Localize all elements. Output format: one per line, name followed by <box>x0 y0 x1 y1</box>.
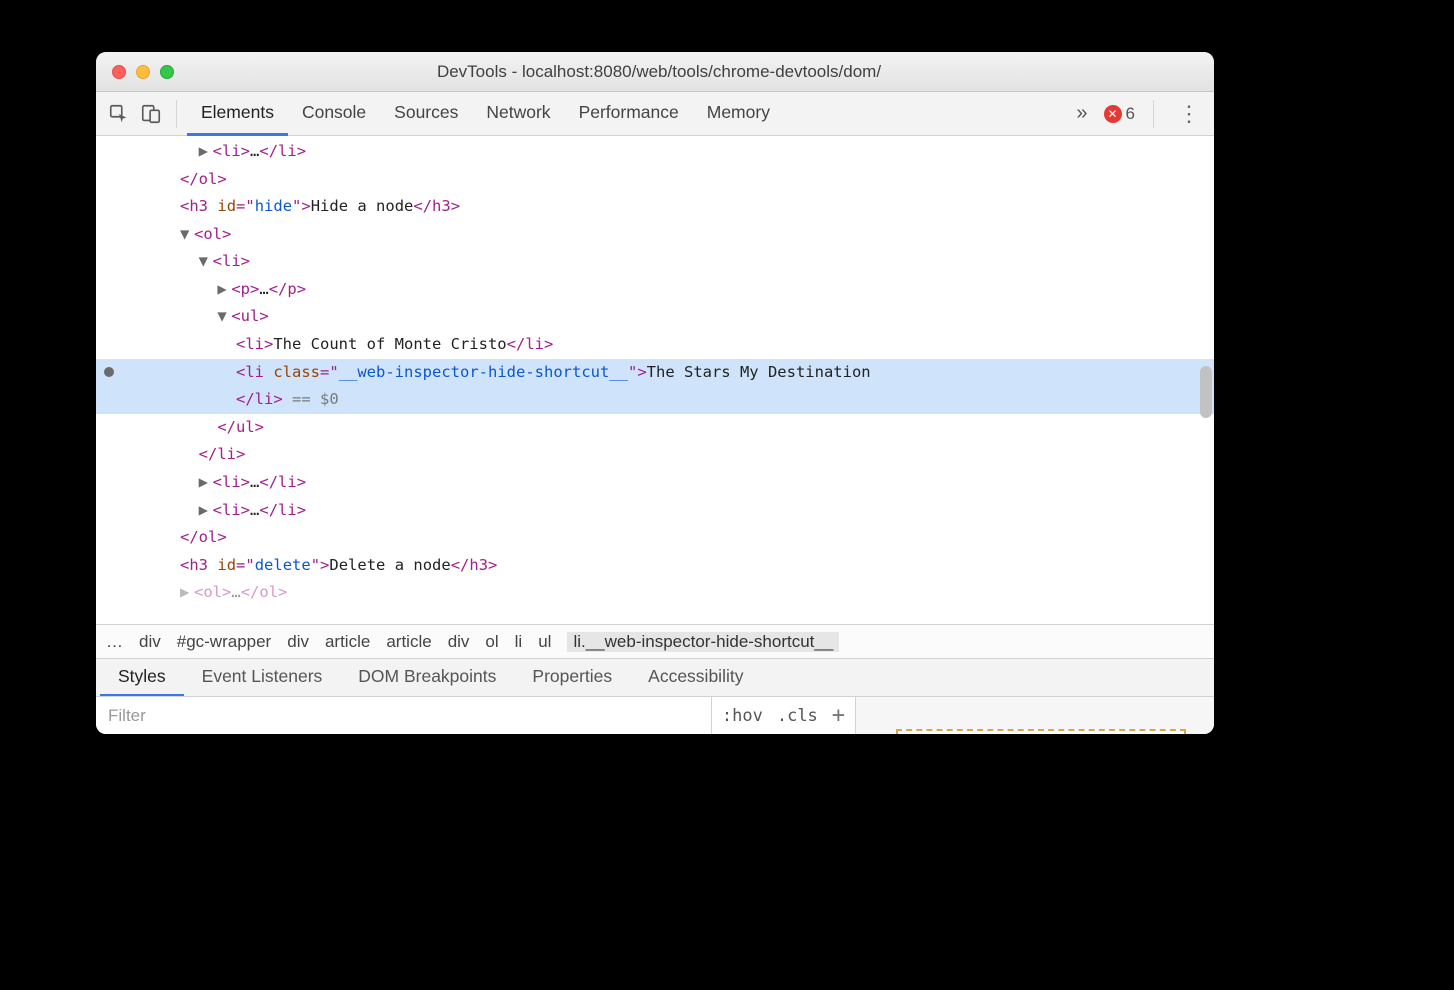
tree-row[interactable]: ▶<p>…</p> <box>96 276 1214 304</box>
subtab-accessibility[interactable]: Accessibility <box>630 659 761 697</box>
error-icon: ✕ <box>1104 105 1122 123</box>
crumb[interactable]: li <box>515 632 523 652</box>
subtab-dom-breakpoints[interactable]: DOM Breakpoints <box>340 659 514 697</box>
tree-row[interactable]: </ol> <box>96 524 1214 552</box>
tab-network[interactable]: Network <box>472 92 564 136</box>
tree-row[interactable]: <li>The Count of Monte Cristo</li> <box>96 331 1214 359</box>
tab-elements[interactable]: Elements <box>187 92 288 136</box>
tree-row[interactable]: ▶<li>…</li> <box>96 497 1214 525</box>
tree-row[interactable]: ▶<ol>…</ol> <box>96 579 1214 607</box>
crumb[interactable]: article <box>386 632 431 652</box>
styles-panel-tabs: Styles Event Listeners DOM Breakpoints P… <box>96 658 1214 696</box>
tab-memory[interactable]: Memory <box>693 92 784 136</box>
devtools-window: DevTools - localhost:8080/web/tools/chro… <box>96 52 1214 734</box>
error-count: 6 <box>1126 104 1135 124</box>
crumb-ellipsis[interactable]: … <box>106 632 123 652</box>
crumb[interactable]: ul <box>538 632 551 652</box>
tab-performance[interactable]: Performance <box>565 92 693 136</box>
settings-menu-icon[interactable]: ⋮ <box>1172 101 1206 127</box>
cls-toggle[interactable]: .cls <box>777 706 818 726</box>
close-icon[interactable] <box>112 65 126 79</box>
tree-row[interactable]: ▼<ol> <box>96 221 1214 249</box>
breadcrumb: … div #gc-wrapper div article article di… <box>96 624 1214 658</box>
tab-console[interactable]: Console <box>288 92 380 136</box>
error-counter[interactable]: ✕ 6 <box>1104 104 1135 124</box>
crumb[interactable]: div <box>139 632 161 652</box>
crumb[interactable]: div <box>448 632 470 652</box>
inspect-element-icon[interactable] <box>104 99 134 129</box>
crumb[interactable]: div <box>287 632 309 652</box>
tab-sources[interactable]: Sources <box>380 92 472 136</box>
tree-row-selected[interactable]: <li class="__web-inspector-hide-shortcut… <box>96 359 1214 387</box>
dom-tree[interactable]: ▶<li>…</li> </ol> <h3 id="hide">Hide a n… <box>96 136 1214 624</box>
subtab-properties[interactable]: Properties <box>514 659 630 697</box>
tree-row[interactable]: ▼<li> <box>96 248 1214 276</box>
hidden-node-dot-icon <box>104 367 114 377</box>
filter-input[interactable] <box>96 697 711 734</box>
crumb[interactable]: ol <box>485 632 498 652</box>
tree-row[interactable]: ▶<li>…</li> <box>96 138 1214 166</box>
window-title: DevTools - localhost:8080/web/tools/chro… <box>174 62 1144 82</box>
subtab-styles[interactable]: Styles <box>100 659 184 697</box>
tree-row[interactable]: ▼<ul> <box>96 303 1214 331</box>
scrollbar-thumb[interactable] <box>1200 366 1212 418</box>
crumb[interactable]: article <box>325 632 370 652</box>
main-toolbar: Elements Console Sources Network Perform… <box>96 92 1214 136</box>
separator <box>176 100 177 128</box>
new-rule-button[interactable]: + <box>832 703 845 728</box>
tree-row[interactable]: ▶<li>…</li> <box>96 469 1214 497</box>
box-model-pane <box>855 697 1214 734</box>
margin-box-icon <box>896 729 1186 734</box>
tree-row[interactable]: </li> <box>96 441 1214 469</box>
zoom-icon[interactable] <box>160 65 174 79</box>
crumb[interactable]: #gc-wrapper <box>177 632 272 652</box>
subtab-event-listeners[interactable]: Event Listeners <box>184 659 341 697</box>
separator <box>1153 100 1154 128</box>
tree-row[interactable]: </ol> <box>96 166 1214 194</box>
traffic-lights <box>96 65 174 79</box>
tree-row[interactable]: </ul> <box>96 414 1214 442</box>
crumb-selected[interactable]: li.__web-inspector-hide-shortcut__ <box>567 632 839 652</box>
panel-tabs: Elements Console Sources Network Perform… <box>187 92 784 136</box>
tree-row[interactable]: <h3 id="hide">Hide a node</h3> <box>96 193 1214 221</box>
minimize-icon[interactable] <box>136 65 150 79</box>
hov-toggle[interactable]: :hov <box>722 706 763 726</box>
titlebar: DevTools - localhost:8080/web/tools/chro… <box>96 52 1214 92</box>
tree-row[interactable]: <h3 id="delete">Delete a node</h3> <box>96 552 1214 580</box>
more-tabs-icon[interactable]: » <box>1070 102 1093 125</box>
device-toggle-icon[interactable] <box>136 99 166 129</box>
tree-row-selected[interactable]: </li> == $0 <box>96 386 1214 414</box>
styles-filter-bar: :hov .cls + <box>96 696 1214 734</box>
